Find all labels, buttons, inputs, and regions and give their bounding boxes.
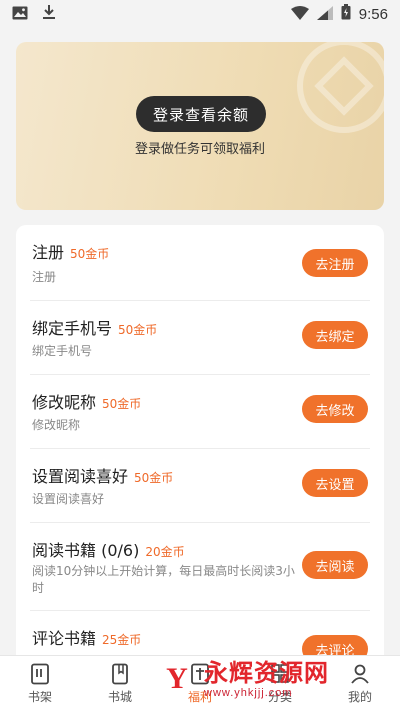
- tab-label: 我的: [347, 689, 372, 704]
- list-item: 绑定手机号 50金币 绑定手机号 去绑定: [30, 301, 370, 375]
- task-title: 修改昵称: [32, 393, 97, 412]
- task-title: 设置阅读喜好: [32, 467, 129, 486]
- list-item: 阅读书籍 (0/6) 20金币 阅读10分钟以上开始计算，每日最高时长阅读3小时…: [30, 523, 370, 611]
- task-description: 设置阅读喜好: [32, 492, 105, 506]
- task-title: 评论书籍: [32, 629, 97, 648]
- profile-icon: [351, 664, 369, 684]
- tab-category[interactable]: 分类: [240, 656, 320, 711]
- list-item: 注册 50金币 注册 去注册: [30, 225, 370, 301]
- list-item: 设置阅读喜好 50金币 设置阅读喜好 去设置: [30, 449, 370, 523]
- tab-bookstore[interactable]: 书城: [80, 656, 160, 711]
- task-reward: 50金币: [134, 471, 174, 485]
- status-time: 9:56: [358, 5, 388, 23]
- task-reward: 20金币: [145, 545, 185, 559]
- task-description: 阅读10分钟以上开始计算，每日最高时长阅读3小时: [32, 564, 295, 595]
- register-button[interactable]: 去注册: [302, 249, 368, 277]
- login-subtitle: 登录做任务可领取福利: [134, 142, 265, 157]
- task-title: 绑定手机号: [32, 319, 113, 338]
- gift-icon: [191, 663, 209, 684]
- bookstore-icon: [112, 663, 128, 684]
- tab-profile[interactable]: 我的: [320, 656, 400, 711]
- tab-welfare[interactable]: 福利: [160, 656, 240, 711]
- download-icon: [42, 4, 56, 24]
- task-title: 阅读书籍 (0/6): [32, 541, 140, 560]
- login-button[interactable]: 登录查看余额: [136, 96, 266, 132]
- bookshelf-icon: [31, 663, 49, 684]
- task-description: 修改昵称: [32, 418, 81, 432]
- read-books-button[interactable]: 去阅读: [302, 551, 368, 579]
- battery-charging-icon: [341, 4, 351, 24]
- task-reward: 50金币: [70, 247, 110, 261]
- tab-label: 福利: [187, 689, 212, 704]
- image-icon: [12, 5, 28, 24]
- list-item: 修改昵称 50金币 修改昵称 去修改: [30, 375, 370, 449]
- task-reward: 25金币: [102, 633, 142, 647]
- balance-card: 登录查看余额 登录做任务可领取福利: [16, 42, 384, 210]
- task-reward: 50金币: [102, 397, 142, 411]
- tab-label: 分类: [267, 689, 292, 704]
- task-description: 注册: [32, 270, 57, 284]
- wifi-icon: [290, 5, 309, 24]
- bind-phone-button[interactable]: 去绑定: [302, 321, 368, 349]
- task-title: 注册: [32, 243, 65, 262]
- task-reward: 50金币: [118, 323, 158, 337]
- task-list: 注册 50金币 注册 去注册 绑定手机号 50金币 绑定手机号 去绑定 修改昵称…: [16, 225, 384, 665]
- tab-bookshelf[interactable]: 书架: [0, 656, 80, 711]
- set-preferences-button[interactable]: 去设置: [302, 469, 368, 497]
- tab-label: 书城: [107, 689, 132, 704]
- signal-icon: [316, 5, 333, 24]
- category-icon: [271, 663, 289, 683]
- edit-nickname-button[interactable]: 去修改: [302, 395, 368, 423]
- status-bar: 9:56: [0, 0, 400, 28]
- task-description: 绑定手机号: [32, 344, 93, 358]
- bottom-tab-bar: 书架 书城 福利 分类 我的: [0, 655, 400, 711]
- tab-label: 书架: [27, 689, 52, 704]
